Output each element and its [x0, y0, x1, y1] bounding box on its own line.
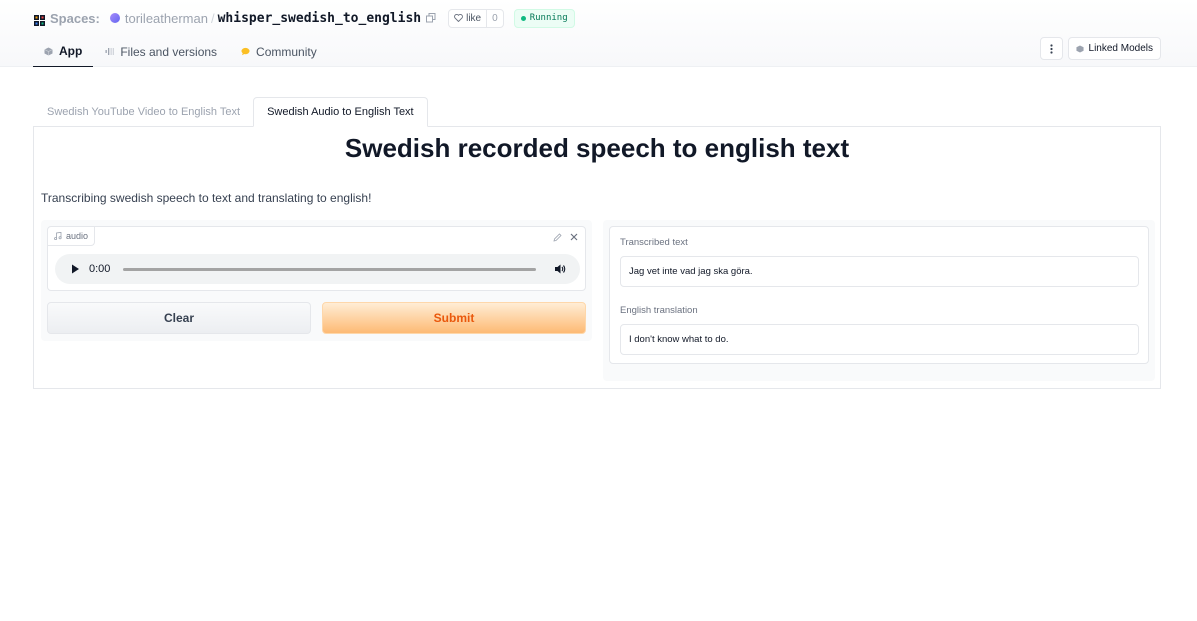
owner-link[interactable]: torileatherman	[125, 11, 208, 26]
like-count[interactable]: 0	[486, 9, 503, 27]
nav-tab-label: App	[59, 44, 83, 58]
app-tab-bar: Swedish YouTube Video to English Text Sw…	[34, 97, 428, 127]
space-title-bar: Spaces: torileatherman / whisper_swedish…	[34, 8, 575, 28]
status-badge: Running	[513, 8, 575, 28]
output-column: Transcribed text Jag vet inte vad jag sk…	[603, 220, 1155, 381]
space-nav: App Files and versions Community	[33, 36, 329, 67]
tab-panel: Swedish recorded speech to english text …	[33, 126, 1161, 389]
play-icon[interactable]	[70, 264, 80, 274]
input-column: audio 0:00 Clear Submit	[41, 220, 592, 341]
like-widget: like 0	[448, 8, 504, 28]
status-text: Running	[529, 13, 568, 23]
status-dot-icon	[520, 15, 526, 21]
path-separator: /	[210, 10, 215, 26]
nav-tab-app[interactable]: App	[33, 36, 94, 67]
nav-tab-label: Community	[256, 44, 317, 59]
copy-icon[interactable]	[426, 13, 436, 23]
nav-tab-files[interactable]: Files and versions	[93, 36, 229, 67]
page-title: Swedish recorded speech to english text	[344, 133, 850, 163]
page-description: Transcribing swedish speech to text and …	[41, 191, 372, 205]
model-cube-icon	[1075, 44, 1084, 53]
tab-youtube-to-english[interactable]: Swedish YouTube Video to English Text	[34, 97, 253, 127]
english-translation-field[interactable]: I don't know what to do.	[620, 324, 1139, 355]
nav-tab-community[interactable]: Community	[229, 36, 329, 67]
like-label: like	[466, 12, 482, 24]
audio-progress-slider[interactable]	[123, 267, 537, 271]
linked-models-button[interactable]: Linked Models	[1067, 37, 1161, 60]
transcribed-text-label: Transcribed text	[620, 237, 688, 248]
spaces-label[interactable]: Spaces:	[50, 11, 100, 26]
app-cube-icon	[44, 47, 53, 56]
audio-input: audio 0:00	[47, 226, 586, 291]
submit-button[interactable]: Submit	[322, 302, 586, 334]
audio-block-label: audio	[48, 227, 96, 246]
kebab-menu-icon	[1049, 43, 1053, 54]
tab-audio-to-english[interactable]: Swedish Audio to English Text	[253, 97, 428, 127]
audio-time: 0:00	[89, 263, 111, 275]
nav-tab-label: Files and versions	[120, 44, 218, 59]
english-translation-label: English translation	[620, 305, 698, 316]
edit-pencil-icon[interactable]	[553, 233, 562, 242]
linked-models-label: Linked Models	[1088, 43, 1153, 54]
spaces-logo-icon[interactable]	[34, 13, 45, 26]
header-tools: Linked Models	[1039, 37, 1161, 60]
hf-header: Spaces: torileatherman / whisper_swedish…	[0, 0, 1197, 67]
volume-icon[interactable]	[554, 263, 566, 275]
like-button[interactable]: like	[449, 10, 486, 27]
more-options-button[interactable]	[1039, 37, 1063, 60]
community-icon	[241, 47, 250, 56]
close-icon[interactable]	[569, 232, 579, 242]
music-note-icon	[54, 232, 62, 240]
audio-player: 0:00	[55, 254, 580, 284]
owner-avatar[interactable]	[109, 13, 120, 23]
files-icon	[105, 47, 115, 56]
repo-name[interactable]: whisper_swedish_to_english	[218, 11, 422, 26]
clear-button[interactable]: Clear	[47, 302, 311, 334]
heart-icon	[454, 14, 463, 22]
output-group: Transcribed text Jag vet inte vad jag sk…	[609, 226, 1149, 364]
transcribed-text-field[interactable]: Jag vet inte vad jag ska göra.	[620, 256, 1139, 287]
audio-label-text: audio	[66, 231, 89, 241]
